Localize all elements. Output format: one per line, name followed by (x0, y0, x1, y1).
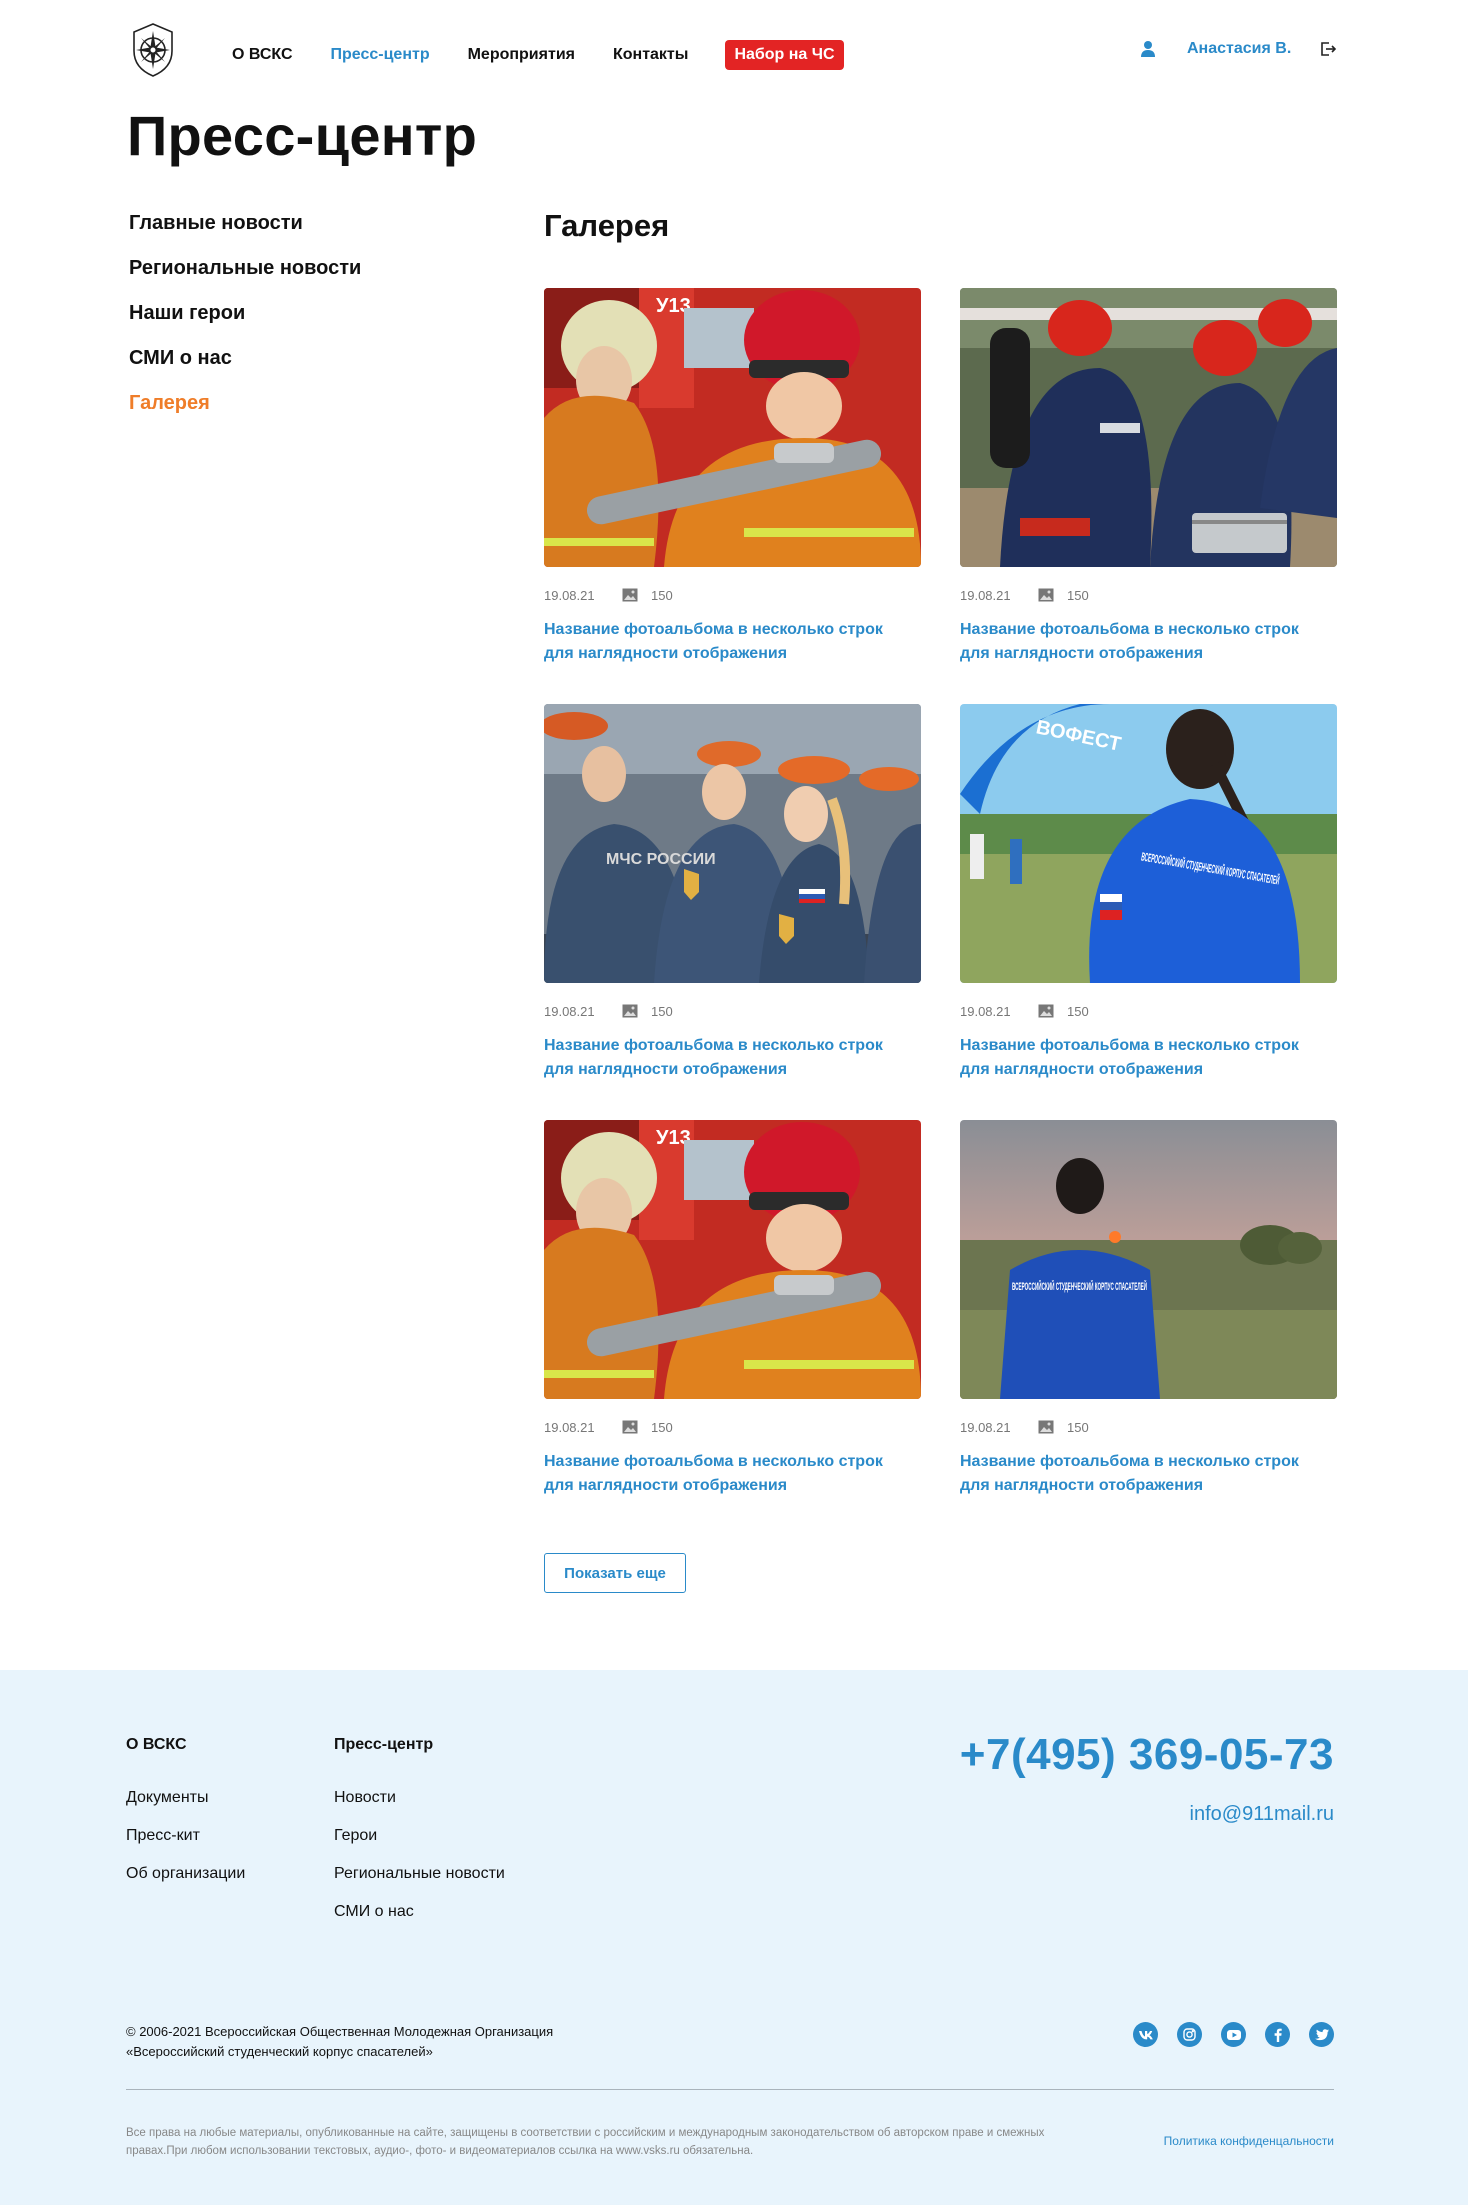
album-photo-firefighters[interactable]: У13 (544, 288, 921, 567)
album-meta: 19.08.21 150 (544, 1003, 921, 1019)
album-photo-rescuers[interactable] (960, 288, 1337, 567)
emergency-recruitment-button[interactable]: Набор на ЧС (725, 40, 844, 70)
album-title-link[interactable]: Название фотоальбома в несколько строк д… (544, 618, 904, 666)
photo-count: 150 (651, 1003, 673, 1019)
album-meta: 19.08.21 150 (544, 1419, 921, 1435)
facebook-icon[interactable] (1265, 2022, 1290, 2047)
sidebar-item-regional-news[interactable]: Региональные новости (129, 255, 361, 300)
photo-count: 150 (1067, 1003, 1089, 1019)
logo[interactable] (127, 21, 179, 79)
photo-count-icon (1038, 1004, 1054, 1018)
album-card[interactable]: У13 19.08.21 150 Название фотоальбома в … (544, 1120, 921, 1498)
footer-link-documents[interactable]: Документы (126, 1788, 245, 1826)
page-title: Пресс-центр (127, 104, 478, 167)
privacy-policy-link[interactable]: Политика конфиденцальности (1164, 2134, 1334, 2148)
site-header: О ВСКС Пресс-центр Мероприятия Контакты … (0, 0, 1468, 100)
album-title-link[interactable]: Название фотоальбома в несколько строк д… (544, 1034, 904, 1082)
youtube-icon[interactable] (1221, 2022, 1246, 2047)
album-card[interactable]: 19.08.21 150 Название фотоальбома в неск… (960, 288, 1337, 666)
logout-icon[interactable] (1319, 40, 1337, 58)
user-name-link[interactable]: Анастасия В. (1187, 40, 1291, 58)
photo-count-icon (622, 588, 638, 602)
shirt-text: ВСЕРОССИЙСКИЙ СТУДЕНЧЕСКИЙ КОРПУС СПАСАТ… (1012, 1280, 1147, 1293)
album-meta: 19.08.21 150 (544, 587, 921, 603)
photo-count-icon (1038, 588, 1054, 602)
album-card[interactable]: ВСЕРОССИЙСКИЙ СТУДЕНЧЕСКИЙ КОРПУС СПАСАТ… (960, 1120, 1337, 1498)
album-date: 19.08.21 (544, 1003, 595, 1019)
album-meta: 19.08.21 150 (960, 1419, 1337, 1435)
user-icon[interactable] (1139, 40, 1157, 58)
show-more-button[interactable]: Показать еще (544, 1553, 686, 1593)
sidebar-nav: Главные новости Региональные новости Наш… (129, 210, 361, 435)
sidebar-item-heroes[interactable]: Наши герои (129, 300, 361, 345)
album-title-link[interactable]: Название фотоальбома в несколько строк д… (960, 618, 1320, 666)
album-card[interactable]: ВОФЕСТ ВСЕРОССИЙСКИЙ СТУДЕНЧЕСКИЙ КОРПУС… (960, 704, 1337, 1082)
rights-notice: Все права на любые материалы, опубликова… (126, 2127, 1045, 2157)
album-meta: 19.08.21 150 (960, 587, 1337, 603)
album-photo-festival[interactable]: ВОФЕСТ ВСЕРОССИЙСКИЙ СТУДЕНЧЕСКИЙ КОРПУС… (960, 704, 1337, 983)
album-photo-firefighters[interactable]: У13 (544, 1120, 921, 1399)
album-date: 19.08.21 (544, 1419, 595, 1435)
sidebar-item-main-news[interactable]: Главные новости (129, 210, 361, 255)
footer-press-heading[interactable]: Пресс-центр (334, 1736, 505, 1754)
album-card[interactable]: МЧС РОССИИ 19.08.21 150 Название фотоаль… (544, 704, 921, 1082)
patch-text: МЧС РОССИИ (606, 851, 716, 868)
copyright-line-1: © 2006-2021 Всероссийская Общественная М… (126, 2024, 554, 2039)
footer-link-organization[interactable]: Об организации (126, 1864, 245, 1902)
album-title-link[interactable]: Название фотоальбома в несколько строк д… (544, 1450, 904, 1498)
sidebar-item-media[interactable]: СМИ о нас (129, 345, 361, 390)
gallery-title: Галерея (544, 208, 670, 243)
album-photo-sunset[interactable]: ВСЕРОССИЙСКИЙ СТУДЕНЧЕСКИЙ КОРПУС СПАСАТ… (960, 1120, 1337, 1399)
album-date: 19.08.21 (960, 1003, 1011, 1019)
nav-events[interactable]: Мероприятия (468, 45, 575, 65)
instagram-icon[interactable] (1177, 2022, 1202, 2047)
copyright: © 2006-2021 Всероссийская Общественная М… (126, 2022, 626, 2062)
footer-column-press: Пресс-центр Новости Герои Региональные н… (334, 1736, 505, 1940)
photo-count-icon (622, 1420, 638, 1434)
footer-link-news[interactable]: Новости (334, 1788, 505, 1826)
copyright-line-2: «Всероссийский студенческий корпус спаса… (126, 2044, 433, 2059)
album-date: 19.08.21 (960, 587, 1011, 603)
site-footer: О ВСКС Документы Пресс-кит Об организаци… (0, 1670, 1468, 2205)
twitter-icon[interactable] (1309, 2022, 1334, 2047)
footer-about-heading[interactable]: О ВСКС (126, 1736, 245, 1754)
footer-email[interactable]: info@911mail.ru (1190, 1803, 1334, 1826)
photo-count: 150 (1067, 587, 1089, 603)
footer-link-heroes[interactable]: Герои (334, 1826, 505, 1864)
album-meta: 19.08.21 150 (960, 1003, 1337, 1019)
photo-count: 150 (651, 1419, 673, 1435)
footer-link-press-kit[interactable]: Пресс-кит (126, 1826, 245, 1864)
album-photo-cadets[interactable]: МЧС РОССИИ (544, 704, 921, 983)
album-title-link[interactable]: Название фотоальбома в несколько строк д… (960, 1450, 1320, 1498)
footer-divider (126, 2089, 1334, 2090)
footer-column-about: О ВСКС Документы Пресс-кит Об организаци… (126, 1736, 245, 1902)
photo-count: 150 (1067, 1419, 1089, 1435)
photo-count-icon (622, 1004, 638, 1018)
footer-link-media[interactable]: СМИ о нас (334, 1902, 505, 1940)
album-card[interactable]: У13 19.08.21 150 Название фотоальбома в … (544, 288, 921, 666)
main-nav: О ВСКС Пресс-центр Мероприятия Контакты … (232, 40, 844, 70)
photo-count-icon (1038, 1420, 1054, 1434)
social-links (1133, 2022, 1353, 2047)
sidebar-item-gallery[interactable]: Галерея (129, 390, 361, 435)
footer-link-regional-news[interactable]: Региональные новости (334, 1864, 505, 1902)
nav-contacts[interactable]: Контакты (613, 45, 688, 65)
nav-press-center[interactable]: Пресс-центр (331, 45, 430, 65)
vk-icon[interactable] (1133, 2022, 1158, 2047)
album-date: 19.08.21 (544, 587, 595, 603)
footer-phone[interactable]: +7(495) 369-05-73 (960, 1730, 1334, 1780)
photo-count: 150 (651, 587, 673, 603)
album-date: 19.08.21 (960, 1419, 1011, 1435)
nav-about[interactable]: О ВСКС (232, 45, 293, 65)
album-title-link[interactable]: Название фотоальбома в несколько строк д… (960, 1034, 1320, 1082)
